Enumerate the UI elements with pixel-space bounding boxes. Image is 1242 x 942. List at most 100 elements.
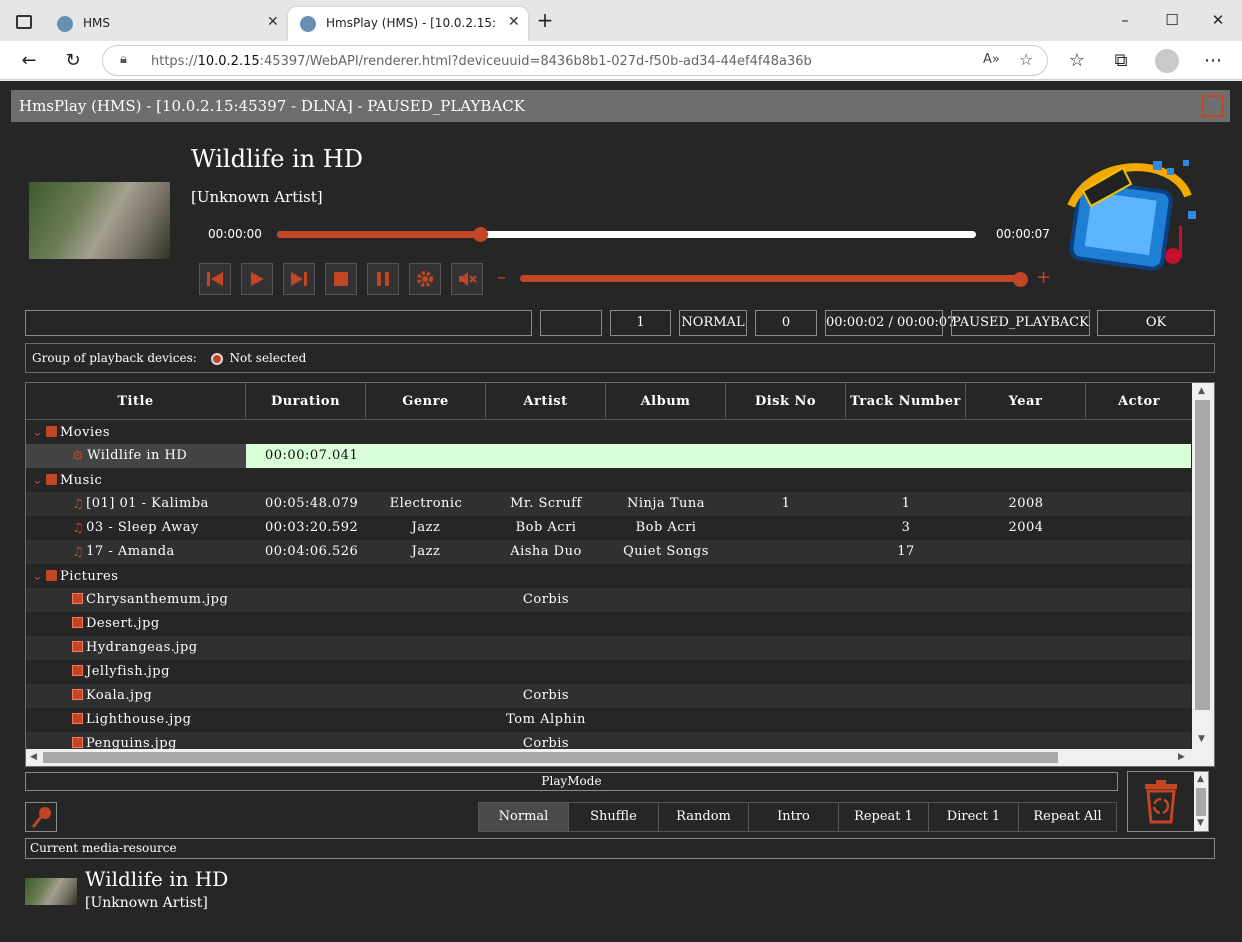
collections-icon[interactable]: ⧉ [1109, 49, 1133, 73]
scroll-down-icon[interactable]: ▼ [1198, 734, 1205, 744]
progress-handle[interactable] [472, 227, 488, 242]
new-tab-icon[interactable]: + [535, 10, 555, 30]
gear-icon [417, 271, 433, 287]
playmode-direct-1-button[interactable]: Direct 1 [928, 802, 1019, 832]
column-header-genre[interactable]: Genre [366, 383, 486, 420]
column-header-track-number[interactable]: Track Number [846, 383, 966, 420]
trash-icon [1145, 780, 1177, 824]
profile-avatar-icon[interactable] [1155, 49, 1179, 73]
volume-slider[interactable] [520, 275, 1020, 282]
group-header[interactable]: ⌄ Music [26, 473, 102, 488]
table-row[interactable]: ♫ 17 - Amanda 00:04:06.526 Jazz Aisha Duo Qui… [26, 540, 1191, 564]
settings-button[interactable] [409, 263, 441, 295]
previous-button[interactable] [199, 263, 231, 295]
group-row[interactable]: ⌄ Music [26, 468, 1191, 492]
hms-favicon-icon [57, 16, 73, 32]
horizontal-scroll-thumb[interactable] [43, 752, 1058, 763]
refresh-icon[interactable]: ↻ [61, 49, 85, 73]
scroll-up-icon[interactable]: ▲ [1197, 774, 1204, 784]
chevron-down-icon[interactable]: ⌄ [32, 425, 46, 440]
column-header-year[interactable]: Year [966, 383, 1086, 420]
group-value[interactable]: Not selected [229, 351, 306, 365]
table-row[interactable]: Hydrangeas.jpg [26, 636, 1191, 660]
close-tab-icon[interactable]: ✕ [267, 14, 279, 30]
scroll-left-icon[interactable]: ◀ [30, 752, 37, 762]
cell-title: ♫ 03 - Sleep Away [26, 516, 246, 540]
scroll-up-icon[interactable]: ▲ [1198, 386, 1205, 396]
trash-button[interactable]: ▲ ▼ [1127, 771, 1209, 832]
group-label: Group of playback devices: [32, 351, 197, 365]
next-button[interactable] [283, 263, 315, 295]
group-header[interactable]: ⌄ Movies [26, 425, 110, 440]
tab-hmsplay[interactable]: HmsPlay (HMS) - [10.0.2.15:4539 ✕ [288, 7, 528, 41]
scroll-right-icon[interactable]: ▶ [1178, 752, 1185, 762]
table-row[interactable]: Lighthouse.jpg Tom Alphin [26, 708, 1191, 732]
pick-button[interactable] [25, 802, 57, 832]
table-row[interactable]: ♫ [01] 01 - Kalimba 00:05:48.079 Electronic… [26, 492, 1191, 516]
playmode-intro-button[interactable]: Intro [748, 802, 839, 832]
back-icon[interactable]: ← [17, 49, 41, 73]
stop-button[interactable] [325, 263, 357, 295]
playmode-normal-button[interactable]: Normal [478, 802, 569, 832]
column-header-artist[interactable]: Artist [486, 383, 606, 420]
progress-slider[interactable] [277, 227, 976, 242]
cell-title-text: [01] 01 - Kalimba [86, 496, 209, 511]
volume-handle[interactable] [1013, 272, 1028, 287]
cell-title: ⚙ Wildlife in HD [26, 444, 246, 468]
horizontal-scrollbar[interactable]: ◀ ▶ [26, 749, 1214, 766]
group-header[interactable]: ⌄ Pictures [26, 569, 118, 584]
cell-year [966, 540, 1086, 564]
column-header-duration[interactable]: Duration [246, 383, 366, 420]
mute-button[interactable] [451, 263, 483, 295]
music-note-icon: ♫ [72, 497, 85, 512]
column-header-actor[interactable]: Actor [1086, 383, 1193, 420]
chevron-down-icon[interactable]: ⌄ [32, 473, 46, 488]
play-button[interactable] [241, 263, 273, 295]
cell-year: 2004 [1008, 520, 1044, 535]
lock-icon[interactable]: 🔒︎ [120, 52, 127, 67]
close-window-icon[interactable]: ✕ [1208, 10, 1228, 30]
playmode-random-button[interactable]: Random [658, 802, 749, 832]
column-header-album[interactable]: Album [606, 383, 726, 420]
table-row[interactable]: ♫ 03 - Sleep Away 00:03:20.592 Jazz Bob Acri… [26, 516, 1191, 540]
favorites-icon[interactable]: ☆ [1065, 49, 1089, 73]
folder-icon [46, 425, 57, 437]
vertical-scrollbar[interactable]: ▲ ▼ [1192, 383, 1214, 749]
volume-up-icon[interactable]: + [1036, 269, 1051, 287]
table-row[interactable]: Chrysanthemum.jpg Corbis [26, 588, 1191, 612]
minimize-icon[interactable]: – [1115, 10, 1135, 30]
address-bar[interactable]: 🔒︎ https://10.0.2.15:45397/WebAPI/render… [102, 45, 1048, 76]
table-row[interactable]: Koala.jpg Corbis [26, 684, 1191, 708]
read-aloud-icon[interactable]: A» [983, 52, 1000, 67]
cell-title: ♫ [01] 01 - Kalimba [26, 492, 246, 516]
column-header-title[interactable]: Title [26, 383, 246, 420]
group-radio-button[interactable] [210, 352, 223, 365]
close-dialog-icon[interactable] [1202, 95, 1224, 117]
group-row[interactable]: ⌄ Movies [26, 420, 1191, 444]
cell-artist: Mr. Scruff [510, 496, 582, 511]
cell-title-text: Koala.jpg [86, 688, 153, 703]
playmode-repeat-1-button[interactable]: Repeat 1 [838, 802, 929, 832]
volume-down-icon[interactable]: – [497, 269, 506, 287]
table-row[interactable]: Desert.jpg [26, 612, 1191, 636]
more-menu-icon[interactable]: ⋯ [1201, 49, 1225, 73]
trash-scrollbar[interactable]: ▲ ▼ [1194, 772, 1208, 831]
cell-title: Hydrangeas.jpg [26, 636, 246, 660]
group-row[interactable]: ⌄ Pictures [26, 564, 1191, 588]
add-favorite-icon[interactable]: ☆ [1019, 50, 1033, 69]
scroll-down-icon[interactable]: ▼ [1197, 818, 1204, 828]
playmode-repeat-all-button[interactable]: Repeat All [1018, 802, 1117, 832]
close-tab-icon[interactable]: ✕ [508, 14, 520, 30]
trash-scroll-thumb[interactable] [1196, 788, 1206, 816]
table-row[interactable]: Jellyfish.jpg [26, 660, 1191, 684]
playmode-shuffle-button[interactable]: Shuffle [568, 802, 659, 832]
maximize-icon[interactable]: ☐ [1162, 10, 1182, 30]
table-row[interactable]: ⚙ Wildlife in HD 00:00:07.041 [26, 444, 1191, 468]
column-header-disk-no[interactable]: Disk No [726, 383, 846, 420]
pause-button[interactable] [367, 263, 399, 295]
tab-actions-icon[interactable] [16, 15, 32, 29]
vertical-scroll-thumb[interactable] [1195, 400, 1210, 710]
cell-duration: 00:03:20.592 [265, 520, 359, 535]
chevron-down-icon[interactable]: ⌄ [32, 569, 46, 584]
tab-hms[interactable]: HMS ✕ [45, 7, 287, 41]
